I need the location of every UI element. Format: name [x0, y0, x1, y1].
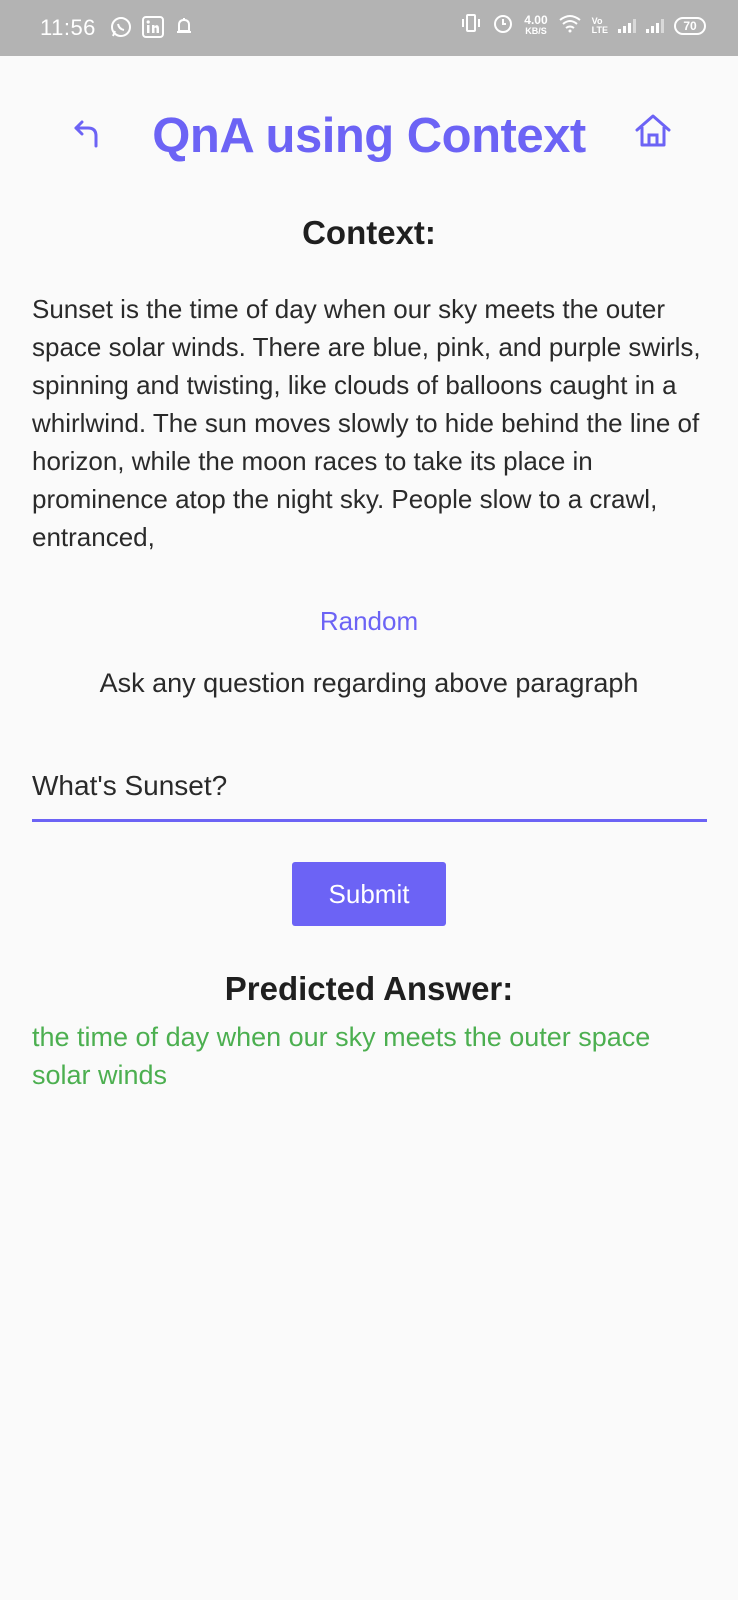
wifi-icon	[558, 13, 582, 38]
random-button[interactable]: Random	[0, 606, 738, 637]
status-time: 11:56	[40, 15, 96, 40]
signal-icon-2	[646, 18, 664, 33]
submit-button[interactable]: Submit	[292, 862, 446, 926]
system-icons: 4.00 KB/S Vo LTE 70	[460, 12, 706, 39]
volte-indicator: Vo LTE	[591, 15, 608, 35]
battery-indicator: 70	[674, 16, 706, 35]
alarm-icon	[492, 12, 514, 39]
home-icon	[635, 114, 671, 147]
network-speed: 4.00 KB/S	[524, 12, 548, 36]
whatsapp-icon	[110, 16, 132, 43]
question-prompt: Ask any question regarding above paragra…	[99, 668, 639, 698]
vibrate-icon	[460, 12, 482, 39]
context-heading: Context:	[302, 214, 436, 251]
question-input[interactable]	[32, 752, 707, 822]
predicted-answer: the time of day when our sky meets the o…	[32, 1022, 651, 1090]
notification-icons	[110, 16, 194, 43]
app-header: QnA using Context	[0, 56, 738, 216]
page-title: QnA using Context	[152, 109, 586, 163]
answer-heading: Predicted Answer:	[224, 970, 514, 1007]
context-paragraph[interactable]: Sunset is the time of day when our sky m…	[32, 290, 712, 550]
status-bar: 11:56 4.00 KB/S Vo LTE 70	[0, 0, 738, 56]
home-button[interactable]	[632, 110, 674, 152]
bell-icon	[174, 16, 194, 43]
signal-icon-1	[618, 18, 636, 33]
linkedin-icon	[142, 16, 164, 43]
